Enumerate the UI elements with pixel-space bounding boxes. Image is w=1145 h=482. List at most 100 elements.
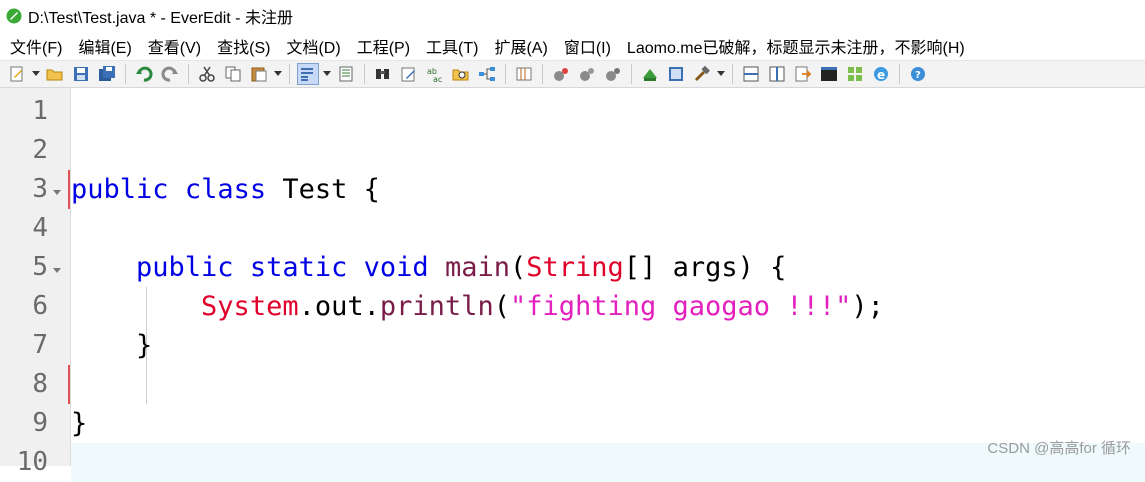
paste-dropdown-icon[interactable] xyxy=(273,63,283,85)
title-bar: D:\Test\Test.java * - EverEdit - 未注册 xyxy=(0,0,1145,32)
macro-record-icon[interactable] xyxy=(550,63,572,85)
line-number: 6 xyxy=(32,291,48,321)
column-mode-icon[interactable] xyxy=(513,63,535,85)
menu-window[interactable]: 窗口(I) xyxy=(564,32,611,60)
svg-text:?: ? xyxy=(915,70,921,81)
code-line-3: public class Test { xyxy=(71,170,380,209)
spell-check-icon[interactable]: ab ac xyxy=(424,63,446,85)
toolbar-separator xyxy=(732,64,733,84)
svg-text:ac: ac xyxy=(433,75,442,83)
svg-text:e: e xyxy=(877,68,885,82)
new-file-icon[interactable] xyxy=(6,63,28,85)
code-line-9: } xyxy=(71,404,87,443)
line-number: 5 xyxy=(32,252,48,282)
help-icon[interactable]: ? xyxy=(907,63,929,85)
toolbar-separator xyxy=(505,64,506,84)
terminal-icon[interactable] xyxy=(818,63,840,85)
bookmark-tree-icon[interactable] xyxy=(476,63,498,85)
menu-extensions[interactable]: 扩展(A) xyxy=(494,32,547,60)
line-number: 9 xyxy=(32,408,48,438)
brace-token: } xyxy=(136,330,153,361)
menu-edit[interactable]: 编辑(E) xyxy=(78,32,131,60)
toolbar-separator xyxy=(364,64,365,84)
modified-line-marker xyxy=(68,170,70,209)
code-line-5: public static void main(String[] args) { xyxy=(71,248,786,287)
method-token: main xyxy=(444,252,510,283)
macro-play-icon[interactable] xyxy=(576,63,598,85)
toolbar: ab ac e ? xyxy=(0,60,1145,88)
save-icon[interactable] xyxy=(70,63,92,85)
undo-icon[interactable] xyxy=(133,63,155,85)
outline-icon[interactable] xyxy=(335,63,357,85)
new-file-dropdown-icon[interactable] xyxy=(31,63,41,85)
word-wrap-dropdown-icon[interactable] xyxy=(322,63,332,85)
toolbar-separator xyxy=(899,64,900,84)
line-number: 7 xyxy=(32,330,48,360)
class-token: System xyxy=(201,291,299,322)
split-horizontal-icon[interactable] xyxy=(740,63,762,85)
line-number: 4 xyxy=(32,213,48,243)
toolbar-separator xyxy=(631,64,632,84)
code-line-7: } xyxy=(71,326,152,365)
brace-token: } xyxy=(71,408,88,439)
line-number-gutter: 1 2 3 4 5 6 7 8 9 10 xyxy=(0,88,71,477)
line-number: 8 xyxy=(32,369,48,399)
type-token: String xyxy=(526,252,624,283)
cut-icon[interactable] xyxy=(196,63,218,85)
menu-tools[interactable]: 工具(T) xyxy=(426,32,478,60)
tools-dropdown-icon[interactable] xyxy=(716,63,726,85)
everedit-app-icon xyxy=(6,8,22,24)
word-wrap-icon[interactable] xyxy=(297,63,319,85)
paren-token: ( xyxy=(493,291,510,322)
fold-collapse-icon[interactable] xyxy=(52,262,62,273)
code-area[interactable]: public class Test { public static void m… xyxy=(71,88,1145,482)
modified-line-marker xyxy=(68,365,70,404)
class-name-token: Test xyxy=(282,174,348,205)
menu-search[interactable]: 查找(S) xyxy=(217,32,270,60)
paren-token: ( xyxy=(509,252,527,283)
menu-bar: 文件(F) 编辑(E) 查看(V) 查找(S) 文档(D) 工程(P) 工具(T… xyxy=(0,32,1145,60)
find-in-files-icon[interactable] xyxy=(450,63,472,85)
watermark: CSDN @高高for 循环 xyxy=(987,440,1131,457)
menu-view[interactable]: 查看(V) xyxy=(148,32,201,60)
current-line-highlight xyxy=(71,443,1145,482)
open-folder-icon[interactable] xyxy=(44,63,66,85)
redo-icon[interactable] xyxy=(159,63,181,85)
string-token: "fighting gaogao !!!" xyxy=(509,291,852,322)
toolbar-separator xyxy=(188,64,189,84)
menu-help[interactable]: Laomo.me已破解，标题显示未注册，不影响(H) xyxy=(627,32,965,60)
find-icon[interactable] xyxy=(372,63,394,85)
split-vertical-icon[interactable] xyxy=(766,63,788,85)
macro-stop-icon[interactable] xyxy=(602,63,624,85)
tools-icon[interactable] xyxy=(691,63,713,85)
dot-token: . xyxy=(363,291,380,322)
keyword-token: void xyxy=(363,252,429,283)
menu-project[interactable]: 工程(P) xyxy=(357,32,410,60)
run-icon[interactable] xyxy=(639,63,661,85)
menu-file[interactable]: 文件(F) xyxy=(10,32,62,60)
keyword-token: class xyxy=(184,174,267,205)
find-replace-icon[interactable] xyxy=(398,63,420,85)
field-token: out xyxy=(314,291,364,322)
method-token: println xyxy=(379,291,494,322)
keyword-token: public xyxy=(71,174,169,205)
toolbar-separator xyxy=(125,64,126,84)
keyword-token: public xyxy=(136,252,234,283)
brace-token: { xyxy=(363,174,380,205)
save-all-icon[interactable] xyxy=(96,63,118,85)
menu-document[interactable]: 文档(D) xyxy=(286,32,340,60)
paste-icon[interactable] xyxy=(248,63,270,85)
toolbar-separator xyxy=(542,64,543,84)
compile-icon[interactable] xyxy=(665,63,687,85)
line-number: 3 xyxy=(32,174,48,204)
fold-collapse-icon[interactable] xyxy=(52,184,62,195)
dot-token: . xyxy=(298,291,315,322)
browser-icon[interactable]: e xyxy=(870,63,892,85)
keyword-token: static xyxy=(249,252,348,283)
toolbar-separator xyxy=(289,64,290,84)
export-icon[interactable] xyxy=(792,63,814,85)
args-token: [] args) { xyxy=(623,252,787,283)
copy-icon[interactable] xyxy=(222,63,244,85)
line-number: 2 xyxy=(32,135,48,165)
grid-icon[interactable] xyxy=(844,63,866,85)
